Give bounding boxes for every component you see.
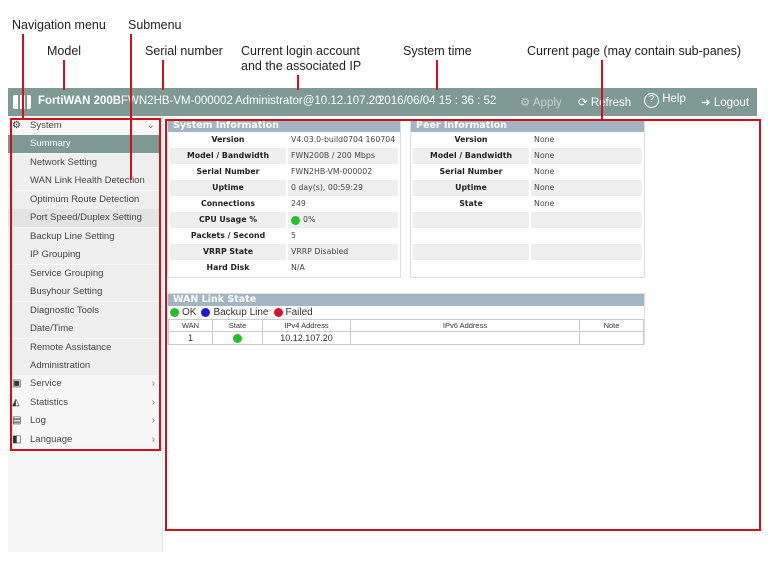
annotation-line — [436, 60, 438, 90]
annotation-nav-box — [10, 118, 161, 451]
annotation-time: System time — [403, 44, 472, 58]
annotation-model: Model — [47, 44, 82, 58]
annotation-line — [130, 34, 132, 180]
help-icon: ? — [644, 93, 659, 108]
refresh-button[interactable]: ⟳ Refresh — [578, 95, 631, 109]
annotation-page-box — [165, 119, 761, 531]
annotation-line — [63, 60, 65, 90]
logout-icon: ➜ — [701, 97, 711, 109]
model-name: FortiWAN 200B — [38, 95, 122, 107]
apply-button[interactable]: ⚙ Apply — [520, 95, 562, 109]
login-account: Administrator@10.12.107.20 — [235, 95, 382, 107]
serial-number: FWN2HB-VM-000002 — [121, 95, 233, 107]
annotation-page: Current page (may contain sub-panes) — [527, 44, 742, 58]
annotation-line — [162, 60, 164, 90]
refresh-icon: ⟳ — [578, 97, 588, 109]
logout-button[interactable]: ➜ Logout — [701, 95, 749, 109]
annotation-login-2: and the associated IP — [241, 59, 362, 73]
annotation-submenu: Submenu — [128, 18, 182, 32]
annotation-line — [22, 34, 24, 120]
annotation-login: Current login account — [241, 44, 360, 58]
annotation-line — [297, 75, 299, 90]
system-time: 2016/06/04 15 : 36 : 52 — [378, 95, 497, 107]
annotation-nav-menu: Navigation menu — [12, 18, 106, 32]
help-button[interactable]: ? Help — [644, 93, 686, 108]
annotation-line — [601, 60, 603, 120]
annotation-serial: Serial number — [145, 44, 223, 58]
top-bar: FortiWAN 200B FWN2HB-VM-000002 Administr… — [8, 88, 757, 116]
